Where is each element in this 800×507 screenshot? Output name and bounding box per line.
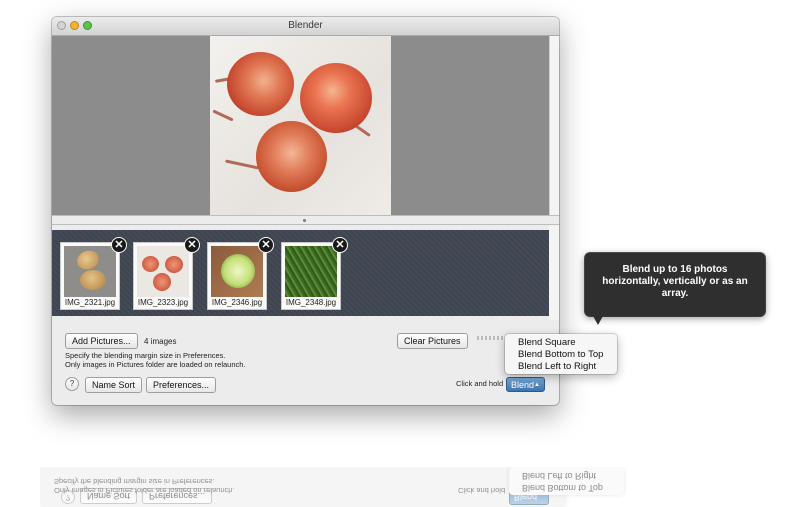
window-title: Blender: [288, 20, 323, 31]
thumbnail-image-dill: [285, 246, 337, 297]
thumbnail-caption: IMG_2348.jpg: [285, 298, 337, 307]
add-pictures-button[interactable]: Add Pictures...: [65, 333, 138, 349]
thumbnail-image-beets: [137, 246, 189, 297]
blend-button-label: Blend: [511, 380, 535, 390]
controls-panel: Add Pictures... 4 images Specify the ble…: [52, 320, 559, 405]
thumbnail-strip: IMG_2321.jpg ✕ IMG_2323.jpg ✕ IMG_2346.j…: [52, 230, 549, 316]
thumbnail-image-potatoes: [64, 246, 116, 297]
menu-item-blend-bottom-to-top[interactable]: Blend Bottom to Top: [518, 349, 603, 360]
menu-item-blend-left-to-right[interactable]: Blend Left to Right: [518, 361, 596, 372]
preview-scrollbar[interactable]: [549, 36, 559, 215]
preview-beet-1: [227, 52, 294, 116]
reflection-menu-item: Blend Left to Right: [522, 471, 597, 481]
thumbnail-caption: IMG_2321.jpg: [64, 298, 116, 307]
blend-button[interactable]: Blend ▲: [506, 377, 545, 392]
reflection-hint-line-2: Only images in Pictures folder are loade…: [54, 486, 235, 495]
clear-pictures-button[interactable]: Clear Pictures: [397, 333, 468, 349]
blend-menu-arrow-icon: ▲: [534, 382, 540, 388]
image-count-label: 4 images: [144, 337, 177, 346]
thumbnail-item[interactable]: IMG_2348.jpg ✕: [281, 237, 348, 310]
remove-thumbnail-icon[interactable]: ✕: [184, 237, 200, 253]
thumbnail-item[interactable]: IMG_2346.jpg ✕: [207, 237, 274, 310]
thumbnail-item[interactable]: IMG_2323.jpg ✕: [133, 237, 200, 310]
preview-image: [210, 36, 391, 215]
click-hold-hint: Click and hold: [456, 379, 504, 388]
relaunch-hint-text: Only images in Pictures folder are loade…: [65, 360, 246, 369]
blender-window: Blender IMG_2321.jpg ✕ IMG_2323.jpg ✕ IM…: [52, 17, 559, 405]
thumbnail-image-lime: [211, 246, 263, 297]
remove-thumbnail-icon[interactable]: ✕: [258, 237, 274, 253]
name-sort-button[interactable]: Name Sort: [85, 377, 143, 393]
thumbnail-caption: IMG_2346.jpg: [211, 298, 263, 307]
preview-beet-2: [300, 63, 372, 133]
margin-hint-text: Specify the blending margin size in Pref…: [65, 351, 226, 360]
thumbnail-caption: IMG_2323.jpg: [137, 298, 189, 307]
thumbnail-strip-scrollbar[interactable]: [549, 225, 559, 320]
window-reflection: ? Name Sort Preferences... Specify the b…: [40, 467, 630, 507]
title-bar[interactable]: Blender: [52, 17, 559, 36]
split-view-divider[interactable]: [52, 215, 559, 225]
divider-grip-icon: [303, 219, 306, 222]
preview-beet-3: [256, 121, 327, 192]
reflection-click-hint: Click and hold: [458, 486, 506, 495]
thumbnail-item[interactable]: IMG_2321.jpg ✕: [60, 237, 127, 310]
reflection-menu: Blend Bottom to Top Blend Left to Right: [509, 467, 624, 495]
blend-options-menu: Blend Square Blend Bottom to Top Blend L…: [505, 334, 617, 374]
menu-item-blend-square[interactable]: Blend Square: [518, 337, 576, 348]
preferences-button[interactable]: Preferences...: [146, 377, 217, 393]
callout-pointer: [593, 316, 603, 325]
remove-thumbnail-icon[interactable]: ✕: [111, 237, 127, 253]
reflection-hint-line-1: Specify the blending margin size in Pref…: [54, 477, 215, 486]
remove-thumbnail-icon[interactable]: ✕: [332, 237, 348, 253]
blend-preview-area: [52, 36, 549, 215]
margin-slider[interactable]: [477, 336, 507, 340]
feature-callout: Blend up to 16 photos horizontally, vert…: [585, 253, 765, 325]
callout-text: Blend up to 16 photos horizontally, vert…: [602, 264, 748, 299]
reflection-menu-item: Blend Bottom to Top: [522, 483, 603, 493]
reflection-window: ? Name Sort Preferences... Specify the b…: [40, 467, 565, 507]
help-button[interactable]: ?: [65, 377, 79, 391]
